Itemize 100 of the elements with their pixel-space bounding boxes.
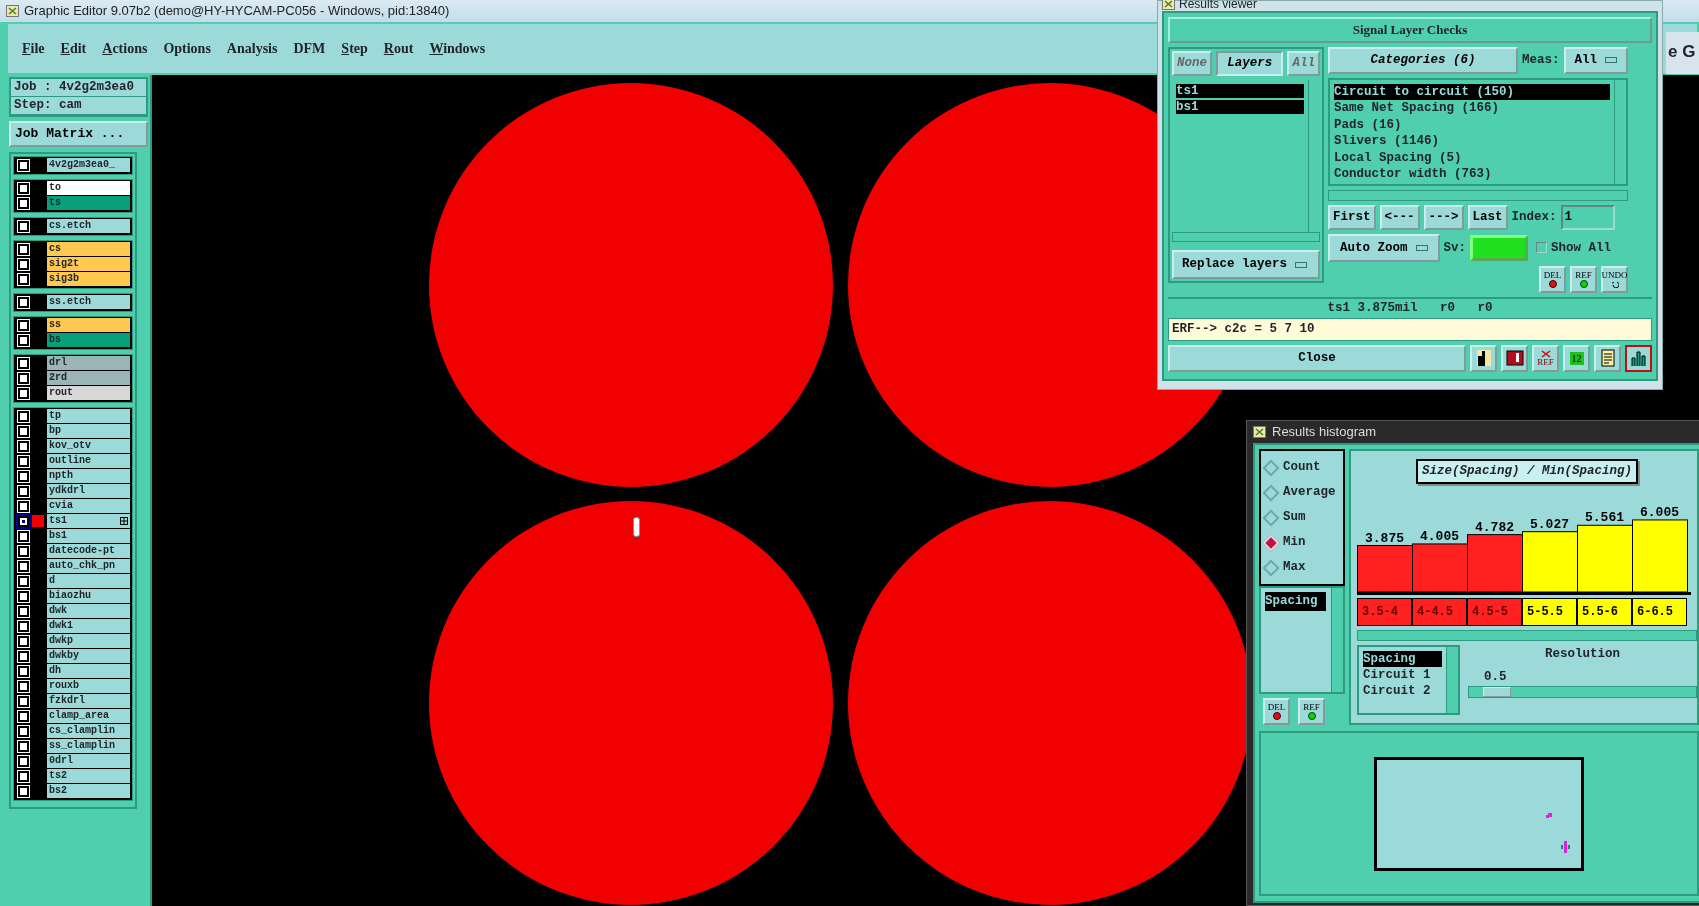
layer-checkbox[interactable] — [18, 515, 29, 527]
layer-checkbox[interactable] — [18, 725, 29, 737]
layer-name[interactable]: sig3b — [47, 272, 130, 286]
layer-checkbox[interactable] — [18, 425, 29, 437]
category-item[interactable]: Conductor width (763) — [1334, 166, 1610, 183]
menu-item[interactable]: Analysis — [226, 38, 278, 59]
menu-item[interactable]: Windows — [429, 38, 486, 59]
layer-name[interactable]: rout — [47, 386, 130, 400]
scrollbar[interactable] — [1357, 629, 1697, 641]
ref-button[interactable]: REF — [1298, 698, 1325, 725]
layer-name[interactable]: fzkdrl — [47, 694, 130, 708]
figure-tool-button[interactable] — [1470, 344, 1497, 372]
category-item[interactable]: Circuit to circuit (150) — [1334, 83, 1610, 101]
layer-list-item[interactable]: ts1 — [1176, 83, 1304, 98]
field-item[interactable]: Circuit 1 — [1363, 666, 1442, 683]
mode-radio[interactable]: Count — [1261, 455, 1343, 480]
undo-button[interactable]: UNDO — [1601, 266, 1628, 294]
layer-filter-button[interactable]: All — [1287, 51, 1320, 76]
severity-color-dropdown[interactable] — [1470, 234, 1529, 261]
layer-checkbox[interactable] — [18, 273, 29, 285]
layer-checkbox[interactable] — [18, 182, 29, 194]
mode-radio[interactable]: Min — [1261, 530, 1343, 555]
categories-button[interactable]: Categories (6) — [1328, 47, 1518, 74]
layer-name[interactable]: d — [47, 574, 130, 588]
layer-checkbox[interactable] — [18, 680, 29, 692]
layer-checkbox[interactable] — [18, 605, 29, 617]
scrollbar[interactable] — [1331, 588, 1343, 692]
layer-name[interactable]: ts1 — [47, 514, 130, 528]
job-matrix-button[interactable]: Job Matrix ... — [9, 121, 148, 147]
nav-button[interactable]: ---> — [1423, 204, 1464, 230]
del-button[interactable]: DEL — [1263, 698, 1290, 725]
layer-name[interactable]: tp — [47, 409, 130, 423]
layer-name[interactable]: dwk — [47, 604, 130, 618]
layer-checkbox[interactable] — [18, 575, 29, 587]
show-all-checkbox[interactable]: Show All — [1536, 238, 1612, 258]
layer-name[interactable]: dwkby — [47, 649, 130, 663]
layer-name[interactable]: auto_chk_pn — [47, 559, 130, 573]
category-item[interactable]: Slivers (1146) — [1334, 133, 1610, 150]
layer-name[interactable]: ts2 — [47, 769, 130, 783]
layer-name[interactable]: to — [47, 181, 130, 195]
layer-name[interactable]: outline — [47, 454, 130, 468]
report-tool-button[interactable] — [1594, 344, 1621, 372]
layer-name[interactable]: cs.etch — [47, 219, 130, 233]
layer-checkbox[interactable] — [18, 590, 29, 602]
nav-button[interactable]: Last — [1467, 204, 1508, 230]
stop-tool-button[interactable] — [1501, 344, 1528, 372]
mode-radio[interactable]: Max — [1261, 555, 1343, 580]
layer-name[interactable]: clamp_area — [47, 709, 130, 723]
layer-checkbox[interactable] — [18, 387, 29, 399]
category-item[interactable]: Pads (16) — [1334, 116, 1610, 134]
slider-thumb[interactable] — [1482, 687, 1511, 698]
layer-checkbox[interactable] — [18, 620, 29, 632]
layer-checkbox[interactable] — [18, 485, 29, 497]
layer-checkbox[interactable] — [18, 635, 29, 647]
layer-name[interactable]: bs2 — [47, 784, 130, 798]
layer-checkbox[interactable] — [18, 665, 29, 677]
layer-name[interactable]: biaozhu — [47, 589, 130, 603]
layer-checkbox[interactable] — [18, 159, 29, 171]
menu-item[interactable]: Actions — [102, 38, 148, 59]
layer-checkbox[interactable] — [18, 650, 29, 662]
layer-checkbox[interactable] — [18, 455, 29, 467]
mode-radio[interactable]: Sum — [1261, 505, 1343, 530]
layer-name[interactable]: cs_clamplin — [47, 724, 130, 738]
layer-checkbox[interactable] — [18, 695, 29, 707]
close-button[interactable]: Close — [1168, 344, 1466, 372]
scrollbar[interactable] — [1328, 189, 1628, 201]
layer-checkbox[interactable] — [18, 545, 29, 557]
layer-name[interactable]: 2rd — [47, 371, 130, 385]
layer-name[interactable]: dh — [47, 664, 130, 678]
layer-list-item[interactable]: bs1 — [1176, 99, 1304, 114]
layer-name[interactable]: kov_otv — [47, 439, 130, 453]
layer-name[interactable]: ss — [47, 318, 130, 332]
layer-filter-button[interactable]: Layers — [1216, 51, 1284, 76]
layer-name[interactable]: rouxb — [47, 679, 130, 693]
category-item[interactable]: Local Spacing (5) — [1334, 149, 1610, 167]
layer-checkbox[interactable] — [18, 740, 29, 752]
field-item[interactable]: Circuit 2 — [1363, 682, 1442, 699]
layer-name[interactable]: cvia — [47, 499, 130, 513]
layer-name[interactable]: bs — [47, 333, 130, 347]
category-item[interactable]: Same Net Spacing (166) — [1334, 100, 1610, 117]
ref-cross-tool-button[interactable]: REF — [1532, 344, 1559, 372]
layer-checkbox[interactable] — [18, 197, 29, 209]
numbers-tool-button[interactable]: 12 — [1563, 344, 1590, 372]
layer-checkbox[interactable] — [18, 470, 29, 482]
layer-checkbox[interactable] — [18, 319, 29, 331]
layer-name[interactable]: datecode-pt — [47, 544, 130, 558]
layer-name[interactable]: drl — [47, 356, 130, 370]
layer-name[interactable]: npth — [47, 469, 130, 483]
layer-name[interactable]: ts — [47, 196, 130, 210]
layer-checkbox[interactable] — [18, 220, 29, 232]
layer-name[interactable]: 4v2g2m3ea0_ — [47, 158, 130, 172]
histogram-tool-button[interactable] — [1625, 344, 1652, 372]
resolution-slider[interactable] — [1468, 686, 1697, 699]
menu-item[interactable]: Rout — [383, 38, 414, 59]
measure-item[interactable]: Spacing — [1265, 592, 1326, 611]
field-item[interactable]: Spacing — [1363, 650, 1442, 667]
layer-name[interactable]: 0drl — [47, 754, 130, 768]
layer-checkbox[interactable] — [18, 770, 29, 782]
scrollbar[interactable] — [1172, 232, 1320, 243]
layer-name[interactable]: dwk1 — [47, 619, 130, 633]
